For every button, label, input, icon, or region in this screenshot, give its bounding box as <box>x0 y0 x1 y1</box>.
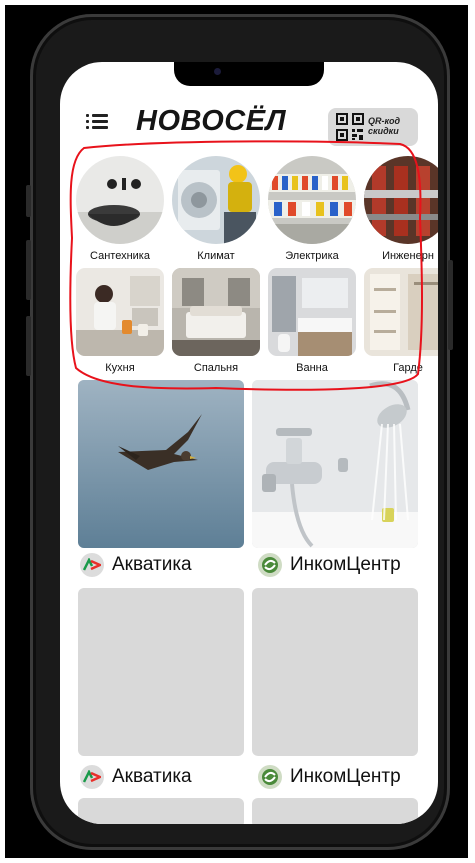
qr-discount-button[interactable]: QR-код скидки <box>328 108 418 146</box>
product-card-placeholder[interactable] <box>252 588 418 756</box>
akvatika-logo-icon <box>80 765 104 789</box>
inkomcentr-logo-icon <box>258 765 282 789</box>
product-card[interactable] <box>78 380 244 548</box>
electrics-image <box>268 156 356 244</box>
product-card[interactable] <box>252 380 418 548</box>
room-label: Ванна <box>296 362 328 374</box>
kitchen-image <box>76 268 164 356</box>
engineering-image <box>364 156 438 244</box>
category-row: Сантехника Климат Электрика Инженерн <box>74 156 438 266</box>
app-title: НОВОСЁЛ <box>136 105 286 137</box>
room-bedroom[interactable]: Спальня <box>170 268 262 374</box>
category-label: Электрика <box>285 250 339 262</box>
phone-notch <box>174 62 324 86</box>
climate-image <box>172 156 260 244</box>
wardrobe-image <box>364 268 438 356</box>
room-label: Гарде <box>393 362 423 374</box>
phone-power-button <box>448 260 453 350</box>
category-label: Сантехника <box>90 250 150 262</box>
room-kitchen[interactable]: Кухня <box>74 268 166 374</box>
app-header: НОВОСЁЛ QR-код скидки <box>60 96 438 146</box>
product-card-placeholder[interactable] <box>252 798 418 824</box>
qr-code-icon <box>336 113 364 141</box>
category-label: Климат <box>197 250 235 262</box>
brand-name: ИнкомЦентр <box>290 554 401 575</box>
phone-volume-down <box>26 316 31 376</box>
room-label: Спальня <box>193 362 239 374</box>
category-electrics[interactable]: Электрика <box>266 156 358 262</box>
phone-volume-up <box>26 240 31 300</box>
eagle-photo <box>78 380 244 548</box>
app-screen: НОВОСЁЛ QR-код скидки Сантехника Климат … <box>60 62 438 824</box>
room-wardrobe[interactable]: Гарде <box>362 268 438 374</box>
shower-faucet-photo <box>252 380 418 548</box>
bedroom-image <box>172 268 260 356</box>
qr-button-label: QR-код скидки <box>368 116 401 136</box>
bathroom-image <box>268 268 356 356</box>
brand-akvatika[interactable]: Акватика <box>80 762 192 792</box>
brand-name: Акватика <box>112 554 192 575</box>
category-climate[interactable]: Климат <box>170 156 262 262</box>
product-card-placeholder[interactable] <box>78 588 244 756</box>
room-bathroom[interactable]: Ванна <box>266 268 358 374</box>
brand-inkomcentr[interactable]: ИнкомЦентр <box>258 550 401 580</box>
phone-silent-switch <box>26 185 31 217</box>
product-card-placeholder[interactable] <box>78 798 244 824</box>
brand-inkomcentr[interactable]: ИнкомЦентр <box>258 762 401 792</box>
brand-name: ИнкомЦентр <box>290 766 401 787</box>
front-camera <box>214 68 221 75</box>
brand-akvatika[interactable]: Акватика <box>80 550 192 580</box>
category-plumbing[interactable]: Сантехника <box>74 156 166 262</box>
akvatika-logo-icon <box>80 553 104 577</box>
category-engineering[interactable]: Инженерн <box>362 156 438 262</box>
category-label: Инженерн <box>382 250 434 262</box>
plumbing-image <box>76 156 164 244</box>
inkomcentr-logo-icon <box>258 553 282 577</box>
brand-name: Акватика <box>112 766 192 787</box>
hamburger-menu-icon[interactable] <box>86 114 108 130</box>
rooms-row: Кухня Спальня Ванна Гарде <box>74 268 438 378</box>
room-label: Кухня <box>105 362 135 374</box>
